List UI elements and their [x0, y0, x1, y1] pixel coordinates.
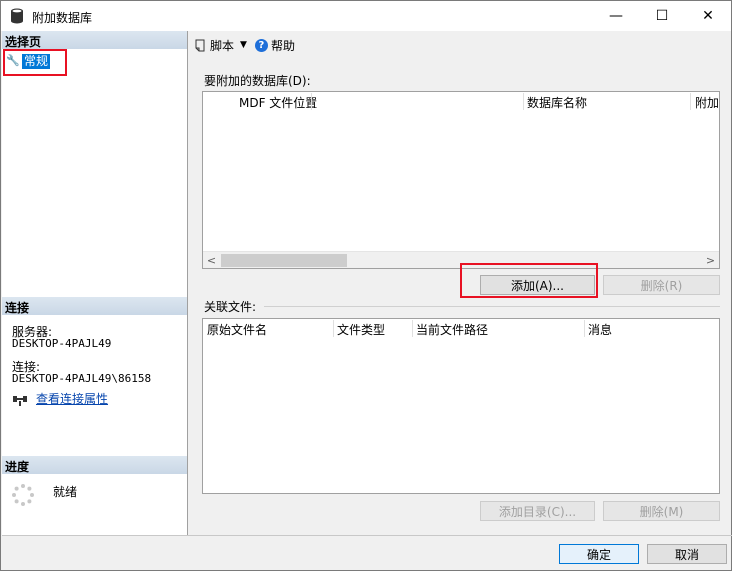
remove-database-button[interactable]: 删除(R)	[603, 275, 720, 295]
help-icon: ?	[254, 38, 268, 52]
column-database-name[interactable]: 数据库名称	[527, 94, 587, 111]
column-file-type[interactable]: 文件类型	[337, 321, 385, 338]
connection-properties-icon	[13, 395, 27, 406]
column-separator	[311, 93, 312, 110]
column-separator	[333, 320, 334, 337]
databases-group-label: 要附加的数据库(D):	[204, 74, 311, 88]
connection-header: 连接	[2, 297, 187, 315]
script-dropdown-icon[interactable]: ▼	[240, 40, 247, 50]
remove-related-file-button[interactable]: 删除(M)	[603, 501, 720, 521]
column-mdf-location[interactable]: MDF 文件位置	[239, 94, 317, 111]
databases-grid-header: MDF 文件位置 数据库名称 附加	[203, 92, 719, 111]
left-pane: 选择页 🔧 常规 连接 服务器: DESKTOP-4PAJL49 连接: DES…	[2, 31, 188, 535]
progress-spinner-icon	[12, 484, 34, 506]
column-current-file-path[interactable]: 当前文件路径	[416, 321, 488, 338]
scroll-thumb[interactable]	[221, 254, 347, 267]
close-button[interactable]: ✕	[685, 1, 731, 31]
connection-value: DESKTOP-4PAJL49\86158	[12, 372, 152, 385]
column-separator	[690, 93, 691, 110]
maximize-icon: ☐	[655, 8, 669, 24]
related-files-group-label: 关联文件:	[204, 300, 257, 314]
minimize-button[interactable]: —	[593, 1, 639, 31]
column-separator	[412, 320, 413, 337]
column-attach-as[interactable]: 附加	[695, 94, 719, 111]
highlight-box	[460, 263, 598, 298]
help-button[interactable]: 帮助	[271, 37, 295, 54]
view-connection-properties-link[interactable]: 查看连接属性	[36, 390, 108, 407]
database-icon	[11, 8, 23, 24]
attach-database-dialog: 附加数据库 — ☐ ✕ 选择页 🔧 常规 连接 服务器: DESKTOP-4PA…	[0, 0, 732, 571]
add-catalog-button[interactable]: 添加目录(C)...	[480, 501, 595, 521]
script-icon	[193, 38, 207, 52]
related-files-grid[interactable]: 原始文件名 文件类型 当前文件路径 消息	[202, 318, 720, 494]
footer-divider	[2, 535, 732, 536]
cancel-button[interactable]: 取消	[647, 544, 727, 564]
script-button[interactable]: 脚本	[210, 37, 234, 54]
window-title: 附加数据库	[32, 11, 93, 25]
close-icon: ✕	[702, 8, 714, 24]
scroll-left-icon[interactable]: <	[203, 252, 220, 269]
select-page-header: 选择页	[2, 31, 187, 49]
column-original-file-name[interactable]: 原始文件名	[207, 321, 267, 338]
maximize-button[interactable]: ☐	[639, 1, 685, 31]
progress-header: 进度	[2, 456, 187, 474]
databases-grid[interactable]: MDF 文件位置 数据库名称 附加 < >	[202, 91, 720, 269]
minimize-icon: —	[609, 8, 623, 24]
scroll-right-icon[interactable]: >	[702, 252, 719, 269]
ok-button[interactable]: 确定	[559, 544, 639, 564]
server-value: DESKTOP-4PAJL49	[12, 337, 112, 350]
group-divider	[264, 306, 720, 307]
title-bar: 附加数据库 — ☐ ✕	[1, 1, 731, 31]
related-files-grid-header: 原始文件名 文件类型 当前文件路径 消息	[203, 319, 719, 338]
progress-status: 就绪	[53, 485, 78, 499]
toolbar: 脚本 ▼ ? 帮助	[193, 35, 295, 55]
column-separator	[584, 320, 585, 337]
column-separator	[523, 93, 524, 110]
view-connection-row: 查看连接属性	[12, 390, 108, 407]
column-message[interactable]: 消息	[588, 321, 612, 338]
highlight-box	[3, 49, 67, 76]
